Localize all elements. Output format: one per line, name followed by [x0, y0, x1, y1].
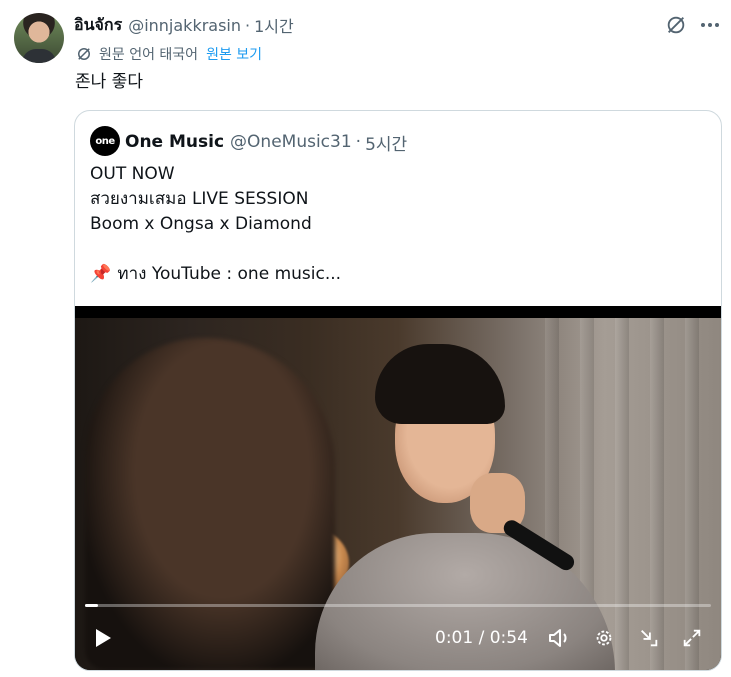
more-icon	[701, 23, 705, 27]
grok-icon	[667, 16, 685, 34]
settings-icon	[596, 630, 612, 646]
video-timecode: 0:01 / 0:54	[435, 628, 528, 648]
more-button[interactable]	[697, 12, 723, 38]
tweet-header: อินจักร @innjakkrasin · 1시간	[74, 13, 294, 37]
video-progress-bar[interactable]	[85, 604, 711, 607]
video-player[interactable]: 0:01 / 0:54	[75, 306, 721, 670]
translate-note-text: 원문 언어 태국어	[99, 47, 199, 63]
quote-separator: ·	[355, 132, 362, 152]
quote-avatar[interactable]: one	[90, 126, 120, 156]
video-progress-fill	[85, 604, 98, 607]
translate-icon	[75, 45, 93, 63]
volume-icon	[549, 629, 567, 647]
quote-author-name[interactable]: One Music	[125, 132, 224, 152]
author-handle[interactable]: @innjakkrasin	[128, 16, 241, 35]
author-name[interactable]: อินจักร	[74, 13, 122, 38]
quote-line-pin: 📌 ทาง YouTube : one music...	[90, 262, 710, 287]
quote-line: สวยงามเสมอ LIVE SESSION	[90, 189, 309, 209]
quote-avatar-logo: one	[95, 135, 115, 147]
avatar[interactable]	[14, 13, 64, 63]
tweet-text: 존나 좋다	[75, 72, 143, 92]
quote-line: ทาง YouTube : one music...	[117, 264, 342, 284]
quote-text: OUT NOW สวยงามเสมอ LIVE SESSION Boom x O…	[90, 162, 710, 287]
show-original-link[interactable]: 원본 보기	[206, 44, 262, 64]
quote-author-handle[interactable]: @OneMusic31	[230, 132, 352, 152]
quote-line: Boom x Ongsa x Diamond	[90, 214, 312, 234]
timestamp[interactable]: 1시간	[254, 13, 294, 37]
fullscreen-button[interactable]	[678, 620, 706, 656]
grok-button[interactable]	[663, 12, 689, 38]
minimize-button[interactable]	[635, 620, 663, 656]
play-button[interactable]	[89, 620, 117, 656]
play-icon	[96, 629, 111, 647]
quote-header: One Music @OneMusic31 · 5시간	[125, 130, 407, 155]
quote-timestamp[interactable]: 5시간	[365, 130, 407, 155]
separator: ·	[245, 15, 251, 35]
translation-note: 원문 언어 태국어 원본 보기	[75, 44, 262, 64]
video-frame	[75, 318, 721, 670]
fullscreen-icon	[683, 629, 701, 647]
quoted-tweet[interactable]: one One Music @OneMusic31 · 5시간 OUT NOW …	[74, 110, 722, 671]
settings-button[interactable]	[590, 620, 618, 656]
quote-line: OUT NOW	[90, 164, 175, 184]
quote-line-blank	[90, 237, 710, 262]
minimize-icon	[641, 630, 658, 647]
video-controls: 0:01 / 0:54	[75, 620, 721, 656]
volume-button[interactable]	[545, 620, 573, 656]
pin-icon: 📌	[90, 264, 112, 284]
